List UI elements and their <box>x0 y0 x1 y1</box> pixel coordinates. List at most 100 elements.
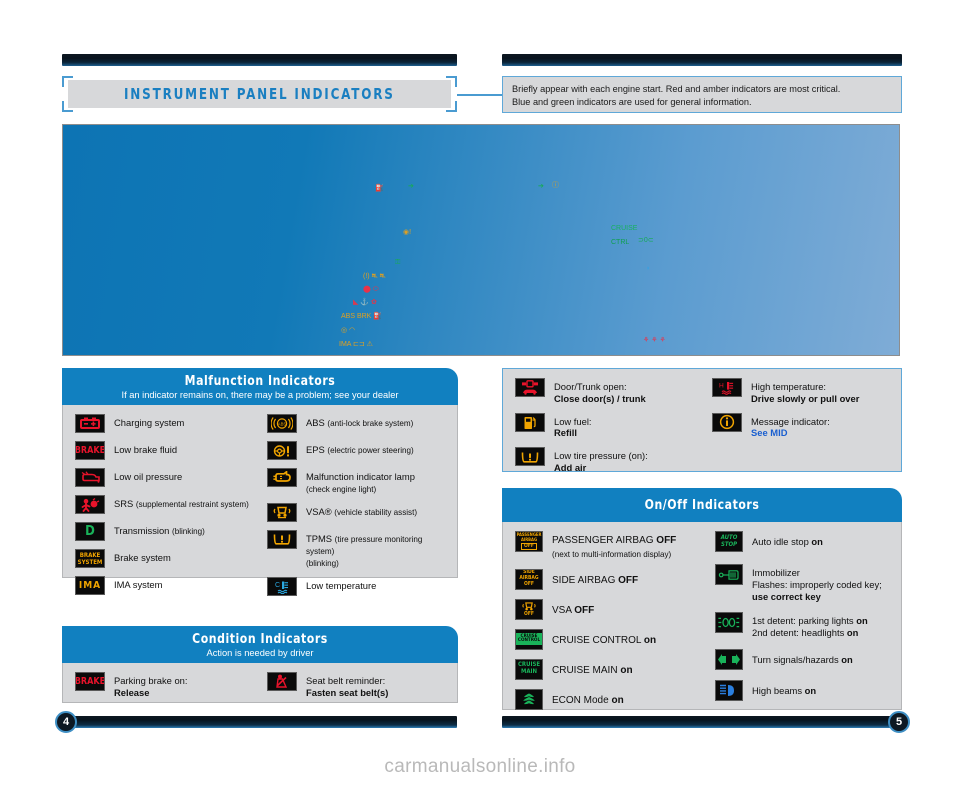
list-item-label: ECON Mode on <box>552 694 624 706</box>
list-item-label: CRUISE CONTROL on <box>552 634 657 646</box>
dashboard-indicator-glyph: ◣ ⚓ ✿ <box>353 299 377 306</box>
list-item[interactable]: BRAKE Low brake fluid <box>75 441 267 460</box>
list-item[interactable]: D Transmission (blinking) <box>75 522 267 541</box>
list-item[interactable]: Message indicator: See MID <box>712 412 891 440</box>
list-item-label: Door/Trunk open: Close door(s) / trunk <box>554 381 646 404</box>
list-item[interactable]: Door/Trunk open: Close door(s) / trunk <box>515 378 712 405</box>
onoff-body: PASSENGER AIRBAG OFF PASSENGER AIRBAG OF… <box>502 522 902 710</box>
list-item-label: CRUISE MAIN on <box>552 664 633 676</box>
malfunction-left-column: Charging system BRAKE Low brake fluid Lo… <box>75 414 267 596</box>
high-beams-icon <box>715 679 743 701</box>
eps-icon <box>267 441 297 460</box>
malfunction-heading: Malfunction Indicators <box>184 373 336 389</box>
list-item[interactable]: Malfunction indicator lamp (check engine … <box>267 468 447 495</box>
list-item[interactable]: PASSENGER AIRBAG OFF PASSENGER AIRBAG OF… <box>515 531 715 560</box>
list-item-label: Parking brake on: Release <box>114 675 188 698</box>
list-item[interactable]: C Low temperature <box>267 577 447 597</box>
warning-right-column: H High temperature: Drive slowly or pull … <box>712 378 891 474</box>
list-item[interactable]: ECON Mode on <box>515 688 715 710</box>
high-temperature-icon: H <box>712 378 742 397</box>
list-item[interactable]: Immobilizer Flashes: improperly coded key… <box>715 564 891 602</box>
list-item-label: Transmission (blinking) <box>114 525 205 536</box>
parking-brake-icon: BRAKE <box>75 672 105 691</box>
top-bar-right <box>502 54 902 66</box>
list-item[interactable]: OFF VSA OFF <box>515 598 715 620</box>
dashboard-indicator-glyph: ⊃0⊂ <box>638 237 654 244</box>
low-fuel-icon <box>515 412 545 432</box>
list-item[interactable]: ABS ABS (anti-lock brake system) <box>267 414 447 433</box>
brake-system-icon: BRAKE SYSTEM <box>75 549 105 568</box>
list-item-label: SRS (supplemental restraint system) <box>114 498 249 509</box>
list-item[interactable]: Low tire pressure (on): Add air <box>515 447 712 474</box>
condition-right-column: Seat belt reminder: Fasten seat belt(s) <box>267 672 447 699</box>
dashboard-indicator-glyph: ⚿ <box>395 259 401 266</box>
low-oil-pressure-icon <box>75 468 105 487</box>
transmission-icon: D <box>75 522 105 541</box>
econ-mode-icon <box>515 688 543 710</box>
svg-text:H: H <box>719 382 724 389</box>
auto-idle-stop-icon: AUTO STOP <box>715 531 743 552</box>
list-item[interactable]: TPMS (tire pressure monitoring system) (b… <box>267 529 447 569</box>
list-item-label: TPMS (tire pressure monitoring system) (b… <box>306 532 423 569</box>
onoff-indicators-panel: On/Off Indicators PASSENGER AIRBAG OFF P… <box>502 488 902 710</box>
list-item[interactable]: Seat belt reminder: Fasten seat belt(s) <box>267 672 447 699</box>
list-item[interactable]: CRUISE CONTROL CRUISE CONTROL on <box>515 628 715 650</box>
list-item[interactable]: IMA IMA system <box>75 576 267 595</box>
malfunction-subheading: If an indicator remains on, there may be… <box>121 390 399 400</box>
list-item[interactable]: VSA® (vehicle stability assist) <box>267 502 447 522</box>
low-tire-pressure-icon <box>515 447 545 466</box>
page-number-right: 5 <box>888 711 910 733</box>
malfunction-indicators-panel: Malfunction Indicators If an indicator r… <box>62 368 458 597</box>
cruise-control-icon: CRUISE CONTROL <box>515 628 543 650</box>
top-bar-left <box>62 54 457 66</box>
vsa-icon <box>267 502 297 522</box>
list-item-label: PASSENGER AIRBAG OFF (next to multi-infor… <box>552 535 677 559</box>
list-item[interactable]: Turn signals/hazards on <box>715 648 891 670</box>
list-item[interactable]: 1st detent: parking lights on 2nd detent:… <box>715 612 891 639</box>
list-item[interactable]: SIDE AIRBAG OFF SIDE AIRBAG OFF <box>515 568 715 590</box>
list-item[interactable]: Charging system <box>75 414 267 433</box>
watermark: carmanualsonline.info <box>384 756 576 777</box>
message-indicator-icon <box>712 412 742 432</box>
turn-signal-icon <box>715 648 743 670</box>
note-line-1: Briefly appear with each engine start. R… <box>512 84 841 94</box>
list-item[interactable]: CRUISE MAIN CRUISE MAIN on <box>515 658 715 680</box>
list-item-label: ABS (anti-lock brake system) <box>306 417 414 428</box>
condition-body: BRAKE Parking brake on: Release Seat belt… <box>62 663 458 703</box>
list-item-label: EPS (electric power steering) <box>306 444 414 455</box>
list-item[interactable]: BRAKE SYSTEM Brake system <box>75 549 267 568</box>
list-item[interactable]: Low oil pressure <box>75 468 267 487</box>
title-text: INSTRUMENT PANEL INDICATORS <box>124 85 395 103</box>
bottom-bar-left <box>62 716 457 728</box>
note-line-2: Blue and green indicators are used for g… <box>512 96 752 107</box>
list-item-label: Malfunction indicator lamp (check engine … <box>306 471 415 494</box>
list-item-label: High beams on <box>752 684 817 696</box>
malfunction-indicator-lamp-icon <box>267 468 297 487</box>
vsa-off-icon: OFF <box>515 598 543 620</box>
srs-icon <box>75 495 105 514</box>
intro-note: Briefly appear with each engine start. R… <box>502 76 902 113</box>
list-item-label: Low fuel: Refill <box>554 415 592 439</box>
list-item[interactable]: AUTO STOP Auto idle stop on <box>715 531 891 552</box>
list-item[interactable]: SRS (supplemental restraint system) <box>75 495 267 514</box>
malfunction-header: Malfunction Indicators If an indicator r… <box>62 368 458 405</box>
list-item[interactable]: BRAKE Parking brake on: Release <box>75 672 267 699</box>
list-item[interactable]: EPS (electric power steering) <box>267 441 447 460</box>
headlight-detent-icon <box>715 612 743 634</box>
ima-system-icon: IMA <box>75 576 105 595</box>
list-item-label: Seat belt reminder: Fasten seat belt(s) <box>306 675 389 698</box>
seat-belt-icon <box>267 672 297 691</box>
dashboard-indicator-glyph: (!) ⛐ ⛐ <box>363 273 386 280</box>
cruise-main-icon: CRUISE MAIN <box>515 658 543 680</box>
onoff-left-column: PASSENGER AIRBAG OFF PASSENGER AIRBAG OF… <box>515 531 715 710</box>
list-item[interactable]: High beams on <box>715 679 891 701</box>
onoff-right-column: AUTO STOP Auto idle stop on Immobilizer Fl… <box>715 531 891 710</box>
list-item[interactable]: Low fuel: Refill <box>515 412 712 440</box>
malfunction-body: Charging system BRAKE Low brake fluid Lo… <box>62 405 458 597</box>
dashboard-indicator-glyph: ⬤ ⬭ <box>363 286 379 293</box>
dashboard-indicator-glyph: ABS BRK ⛽ <box>341 313 383 320</box>
list-item[interactable]: H High temperature: Drive slowly or pull … <box>712 378 891 405</box>
dashboard-indicator-glyph: IMA ⊏⊐ ⚠ <box>339 341 373 348</box>
list-item-label: Turn signals/hazards on <box>752 653 853 665</box>
dashboard-indicator-glyph: ⚘ ⚘ ⚘ <box>643 337 666 344</box>
